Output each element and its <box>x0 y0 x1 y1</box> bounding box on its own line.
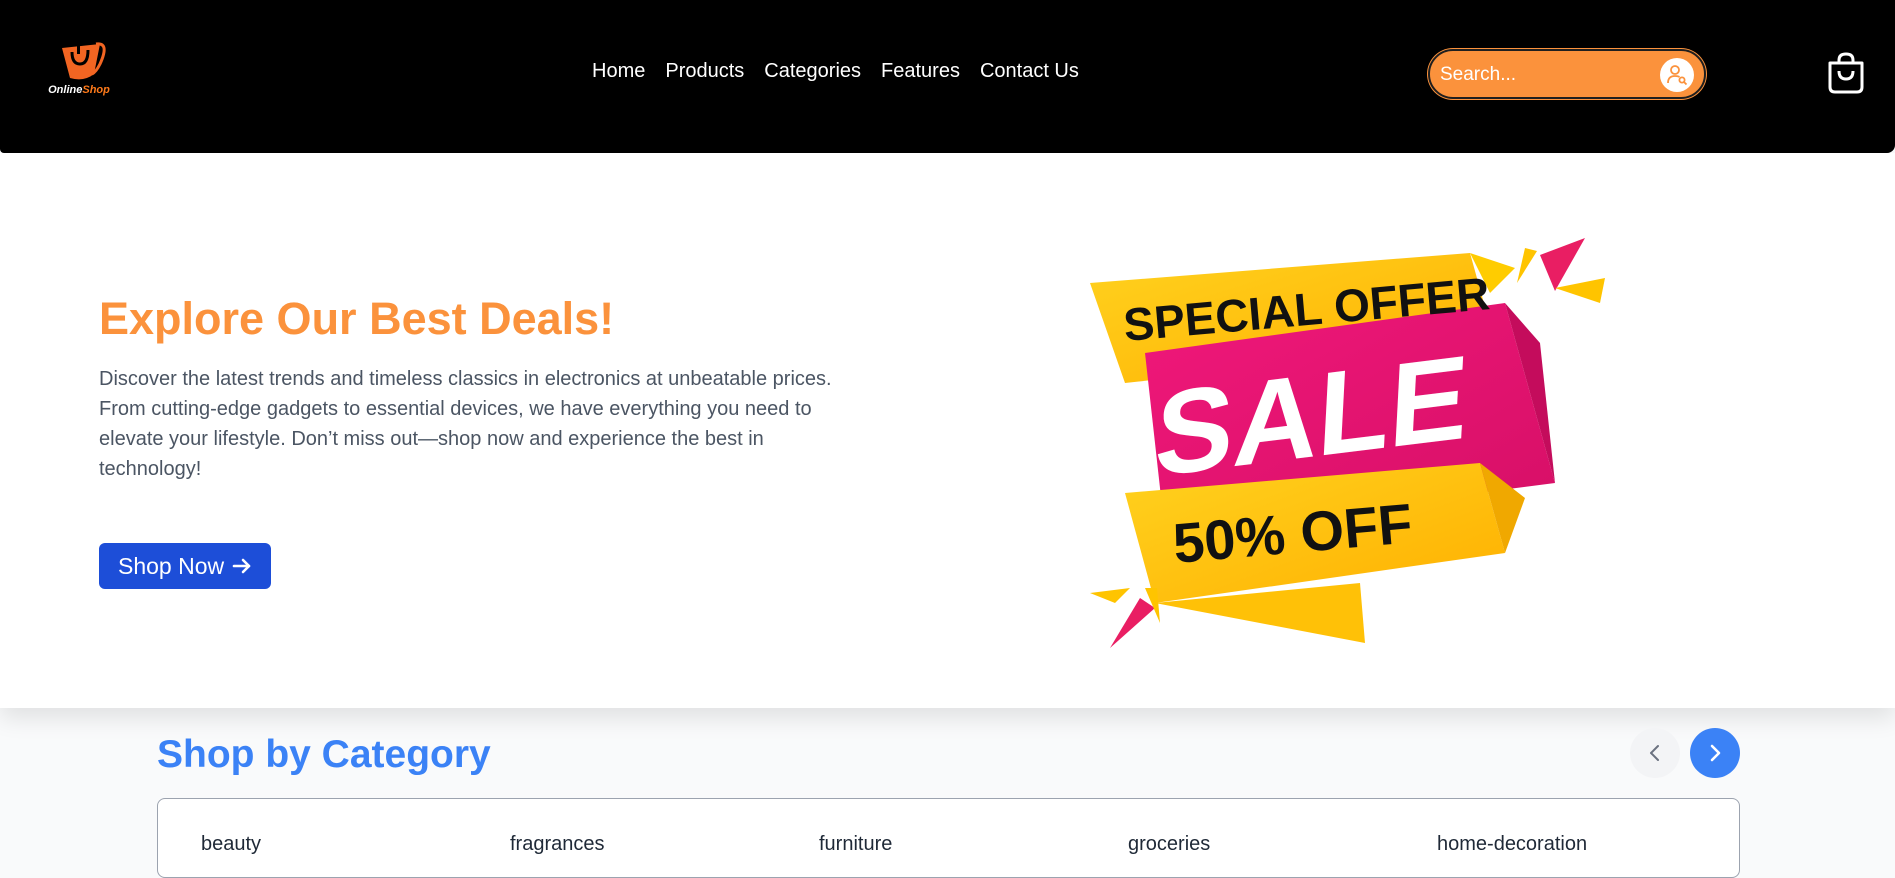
category-item-beauty[interactable]: beauty <box>201 833 261 856</box>
nav-contact-us[interactable]: Contact Us <box>980 60 1079 83</box>
category-prev-button[interactable] <box>1630 728 1680 778</box>
logo-text: OnlineShop <box>44 84 114 96</box>
category-item-home-decoration[interactable]: home-decoration <box>1437 833 1587 856</box>
nav-categories[interactable]: Categories <box>764 60 861 83</box>
category-section-title: Shop by Category <box>157 733 491 776</box>
hero-section: Explore Our Best Deals! Discover the lat… <box>0 153 1895 708</box>
site-logo[interactable]: OnlineShop <box>44 38 114 100</box>
category-item-fragrances[interactable]: fragrances <box>510 833 605 856</box>
category-list: beauty fragrances furniture groceries ho… <box>157 798 1740 878</box>
category-item-groceries[interactable]: groceries <box>1128 833 1210 856</box>
sale-banner-image: SPECIAL OFFER SALE 50% OFF <box>1085 233 1615 653</box>
shopping-bag-logo-icon <box>62 42 106 80</box>
main-nav: Home Products Categories Features Contac… <box>592 60 1079 83</box>
category-next-button[interactable] <box>1690 728 1740 778</box>
nav-features[interactable]: Features <box>881 60 960 83</box>
category-item-furniture[interactable]: furniture <box>819 833 892 856</box>
nav-home[interactable]: Home <box>592 60 645 83</box>
user-search-icon[interactable] <box>1660 58 1694 92</box>
hero-title: Explore Our Best Deals! <box>99 293 615 344</box>
arrow-right-icon <box>232 558 251 574</box>
hero-description: Discover the latest trends and timeless … <box>99 368 832 480</box>
shop-now-label: Shop Now <box>118 552 225 579</box>
search-input[interactable] <box>1440 61 1640 89</box>
top-navbar: OnlineShop Home Products Categories Feat… <box>0 0 1895 153</box>
chevron-left-icon <box>1650 745 1659 761</box>
search-box <box>1428 49 1706 99</box>
nav-products[interactable]: Products <box>665 60 744 83</box>
chevron-right-icon <box>1710 744 1721 762</box>
logo-text-shop: Shop <box>82 84 110 96</box>
logo-text-online: Online <box>48 84 83 96</box>
shopping-bag-icon[interactable] <box>1826 51 1866 95</box>
shop-now-button[interactable]: Shop Now <box>99 543 272 589</box>
